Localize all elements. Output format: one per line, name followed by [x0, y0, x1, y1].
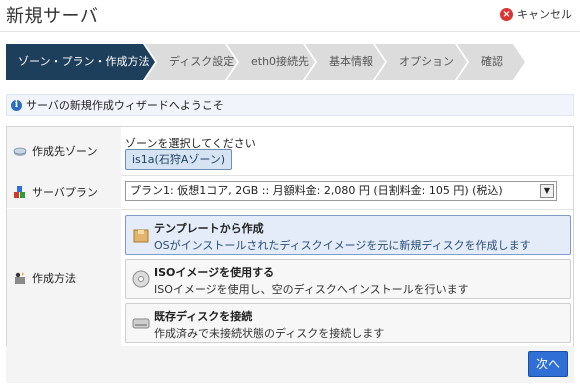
zone-row: 作成先ゾーン ゾーンを選択してください is1a(石狩Aゾーン) — [7, 127, 573, 176]
method-option-desc: ISOイメージを使用し、空のディスクへインストールを行います — [154, 283, 469, 296]
wizard-steps: ゾーン・プラン・作成方法 ディスク設定 eth0接続先 基本情報 オプション 確… — [6, 44, 515, 80]
method-option-desc: 作成済みで未接続状態のディスクを接続します — [154, 327, 385, 340]
method-option-iso[interactable]: ISOイメージを使用する ISOイメージを使用し、空のディスクへインストールを行… — [125, 259, 571, 299]
cancel-button[interactable]: × キャンセル — [500, 6, 572, 22]
wizard-method-icon — [15, 272, 25, 284]
step-disk-settings[interactable]: ディスク設定 — [145, 44, 237, 80]
cancel-label: キャンセル — [517, 8, 572, 21]
method-option-existing-disk[interactable]: 既存ディスクを接続 作成済みで未接続状態のディスクを接続します — [125, 303, 571, 343]
step-eth0[interactable]: eth0接続先 — [227, 44, 315, 80]
welcome-info-bar: i サーバの新規作成ウィザードへようこそ — [6, 94, 574, 116]
method-option-desc: OSがインストールされたディスクイメージを元に新規ディスクを作成します — [154, 239, 531, 252]
page-title: 新規サーバ — [6, 6, 99, 27]
server-plan-icon — [14, 185, 25, 198]
step-basic-info[interactable]: 基本情報 — [305, 44, 385, 80]
template-box-icon — [133, 229, 149, 243]
method-option-template[interactable]: テンプレートから作成 OSがインストールされたディスクイメージを元に新規ディスク… — [125, 215, 571, 255]
plan-select-value: プラン1: 仮想1コア, 2GB :: 月額料金: 2,080 円 (日割料金:… — [130, 184, 503, 197]
method-option-title: ISOイメージを使用する — [154, 266, 275, 279]
plan-label-text: サーバプラン — [32, 185, 98, 199]
step-zone-plan-method[interactable]: ゾーン・プラン・作成方法 — [6, 44, 155, 80]
zone-label: 作成先ゾーン — [7, 127, 121, 175]
method-label: 作成方法 — [7, 209, 121, 347]
chevron-down-icon[interactable]: ▼ — [540, 184, 554, 198]
plan-select[interactable]: プラン1: 仮想1コア, 2GB :: 月額料金: 2,080 円 (日割料金:… — [125, 181, 557, 201]
plan-label: サーバプラン — [7, 175, 121, 208]
cd-disc-icon — [132, 270, 150, 288]
server-form: 作成先ゾーン ゾーンを選択してください is1a(石狩Aゾーン) サーバプラン … — [6, 126, 574, 376]
welcome-text: サーバの新規作成ウィザードへようこそ — [26, 99, 224, 112]
info-icon: i — [11, 99, 22, 111]
step-confirm[interactable]: 確認 — [457, 44, 525, 80]
next-button[interactable]: 次へ — [528, 351, 568, 377]
header-divider — [0, 31, 580, 32]
method-option-title: テンプレートから作成 — [154, 222, 264, 235]
close-icon: × — [500, 7, 513, 21]
cloud-zone-icon — [13, 147, 27, 156]
method-row: 作成方法 テンプレートから作成 OSがインストールされたディスクイメージを元に新… — [7, 209, 573, 347]
step-options[interactable]: オプション — [375, 44, 467, 80]
zone-option-is1a[interactable]: is1a(石狩Aゾーン) — [125, 149, 233, 170]
footer-bar: 次へ — [6, 346, 574, 383]
method-option-title: 既存ディスクを接続 — [154, 310, 253, 323]
plan-row: サーバプラン プラン1: 仮想1コア, 2GB :: 月額料金: 2,080 円… — [7, 175, 573, 210]
disk-drive-icon — [132, 318, 150, 329]
zone-label-text: 作成先ゾーン — [32, 145, 98, 158]
method-label-text: 作成方法 — [32, 272, 76, 285]
